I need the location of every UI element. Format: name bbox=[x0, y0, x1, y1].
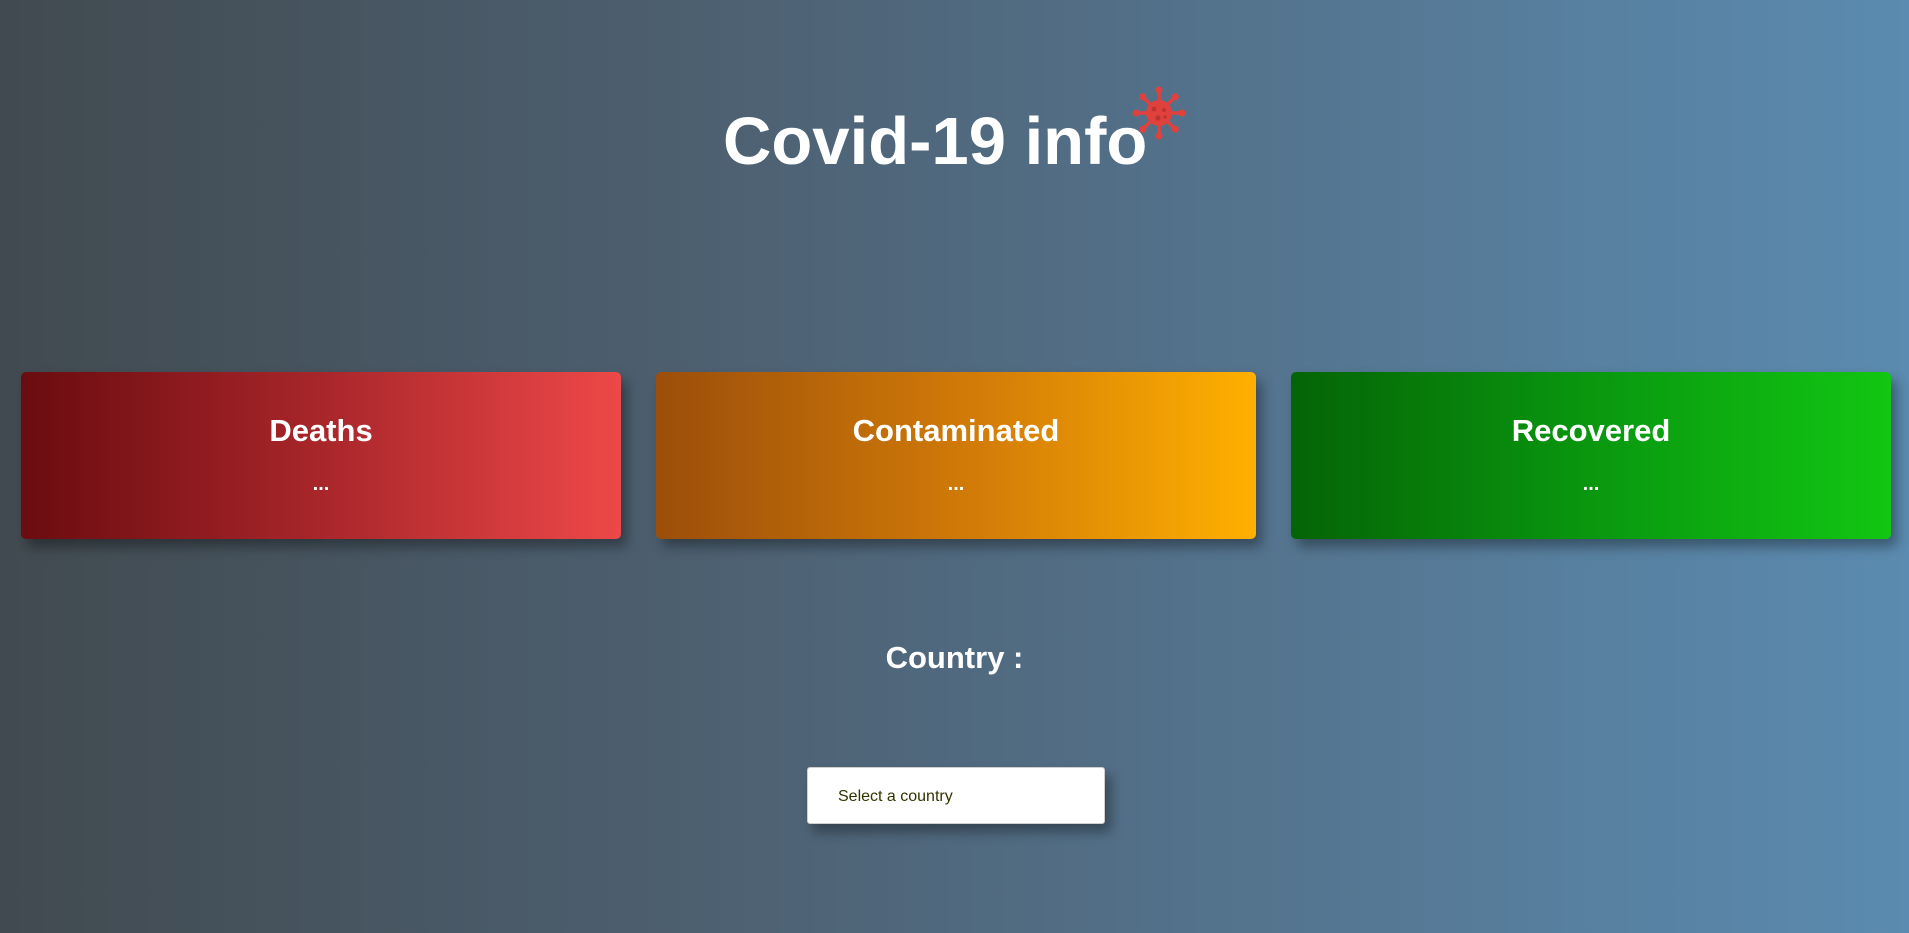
recovered-card: Recovered ... bbox=[1291, 372, 1891, 539]
country-select-placeholder: Select a country bbox=[838, 788, 953, 805]
country-label: Country : bbox=[885, 640, 1024, 675]
virus-icon bbox=[1132, 86, 1186, 140]
recovered-card-title: Recovered bbox=[1511, 413, 1671, 448]
page-title: Covid-19 info bbox=[723, 104, 1148, 179]
header: Covid-19 info bbox=[0, 0, 1909, 200]
contaminated-card-title: Contaminated bbox=[852, 413, 1060, 448]
deaths-card: Deaths ... bbox=[21, 372, 621, 539]
country-select[interactable]: Select a country bbox=[807, 767, 1105, 824]
contaminated-card-value: ... bbox=[947, 473, 965, 495]
recovered-card-value: ... bbox=[1582, 473, 1600, 495]
deaths-card-title: Deaths bbox=[269, 413, 373, 448]
contaminated-card: Contaminated ... bbox=[656, 372, 1256, 539]
deaths-card-value: ... bbox=[312, 473, 330, 495]
